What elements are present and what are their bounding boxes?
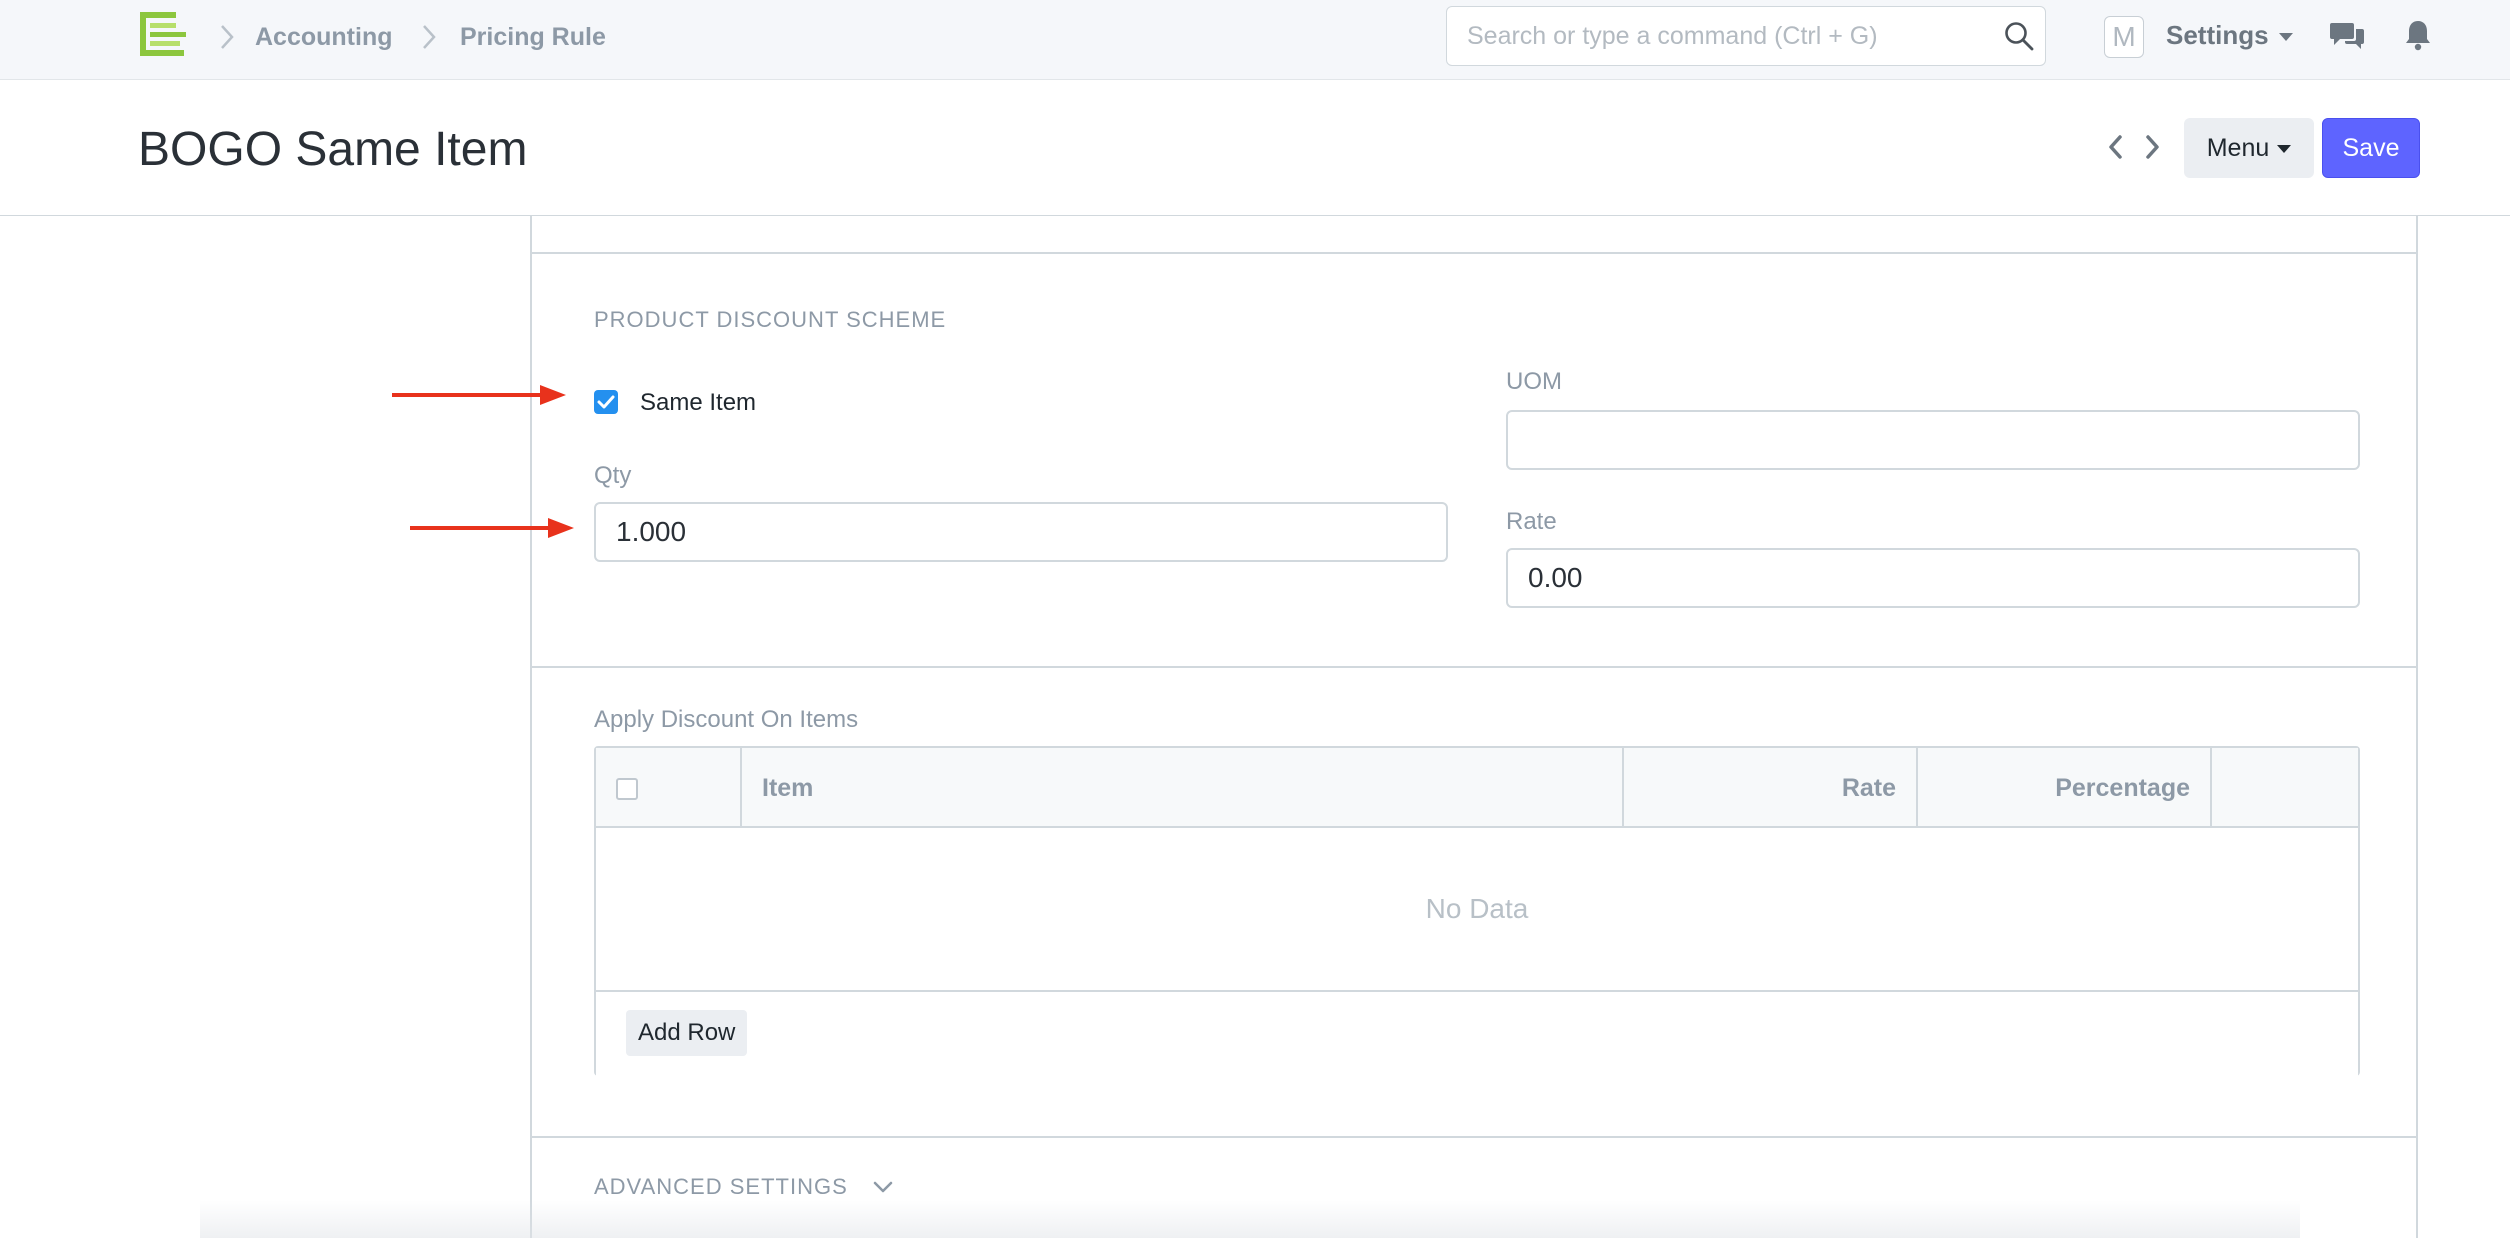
table-footer: Add Row: [596, 990, 2358, 1076]
section-divider: [532, 252, 2416, 254]
page-head: BOGO Same Item Menu Save: [0, 80, 2510, 216]
uom-label: UOM: [1506, 368, 1562, 395]
notification-bell-icon[interactable]: [2404, 18, 2432, 52]
rate-input[interactable]: [1506, 548, 2360, 608]
qty-label: Qty: [594, 462, 632, 489]
form-card: PRODUCT DISCOUNT SCHEME Same Item Qty UO…: [530, 216, 2418, 1238]
user-avatar[interactable]: M: [2104, 16, 2144, 58]
breadcrumb-pricing-rule[interactable]: Pricing Rule: [460, 20, 606, 54]
column-header-rate: Rate: [1624, 748, 1918, 828]
annotation-arrow-icon: [410, 518, 574, 538]
apply-discount-table: Item Rate Percentage No Data Add Row: [594, 746, 2360, 1076]
uom-input[interactable]: [1506, 410, 2360, 470]
save-button[interactable]: Save: [2322, 118, 2420, 178]
search-icon[interactable]: [2003, 20, 2035, 52]
settings-dropdown[interactable]: Settings: [2166, 18, 2293, 52]
empty-table-message: No Data: [1425, 893, 1529, 924]
same-item-checkbox[interactable]: [594, 390, 618, 414]
annotation-arrow-icon: [392, 385, 566, 405]
rate-label: Rate: [1506, 508, 1557, 535]
add-row-button[interactable]: Add Row: [626, 1010, 748, 1056]
table-header-select: [596, 748, 742, 828]
menu-label: Menu: [2206, 134, 2270, 162]
caret-down-icon: [2278, 33, 2293, 42]
breadcrumb-chevron-icon: [423, 25, 436, 49]
section-divider: [532, 666, 2416, 668]
select-all-checkbox[interactable]: [616, 778, 638, 800]
settings-label: Settings: [2166, 20, 2269, 50]
menu-button[interactable]: Menu: [2184, 118, 2314, 178]
page-title: BOGO Same Item: [138, 123, 528, 176]
next-record-icon[interactable]: [2142, 132, 2162, 162]
qty-input[interactable]: [594, 502, 1448, 562]
search-input[interactable]: [1446, 6, 2046, 66]
section-divider: [532, 1136, 2416, 1138]
same-item-label[interactable]: Same Item: [640, 388, 756, 418]
chat-icon[interactable]: [2330, 20, 2366, 52]
table-header: Item Rate Percentage: [596, 748, 2358, 828]
column-header-item: Item: [742, 748, 1624, 828]
column-header-percentage: Percentage: [1918, 748, 2212, 828]
checkmark-icon: [597, 395, 615, 409]
breadcrumb-accounting[interactable]: Accounting: [255, 20, 393, 54]
product-discount-section-title: PRODUCT DISCOUNT SCHEME: [594, 307, 947, 332]
erpnext-logo-icon[interactable]: [138, 10, 190, 58]
previous-record-icon[interactable]: [2106, 132, 2126, 162]
chevron-down-icon[interactable]: [872, 1180, 894, 1194]
top-navbar: Accounting Pricing Rule M Settings: [0, 0, 2510, 80]
advanced-settings-section-title[interactable]: ADVANCED SETTINGS: [594, 1172, 848, 1202]
caret-down-icon: [2277, 145, 2292, 154]
breadcrumb-chevron-icon: [221, 25, 234, 49]
apply-discount-label: Apply Discount On Items: [594, 706, 859, 733]
column-header-actions: [2212, 748, 2360, 828]
